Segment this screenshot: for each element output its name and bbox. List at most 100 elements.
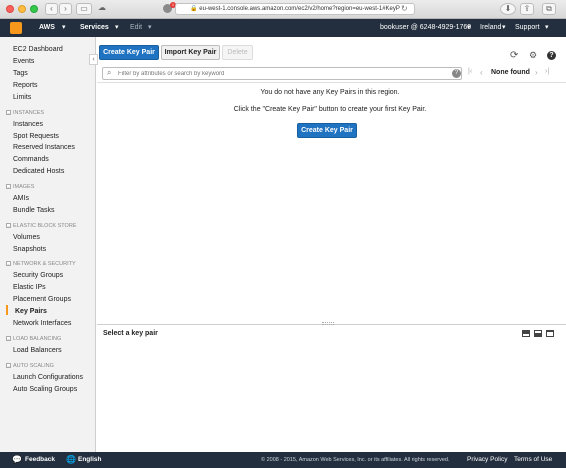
sidebar-item-key-pairs[interactable]: Key Pairs <box>15 307 47 316</box>
tabs-icon: ⧉ <box>546 4 552 13</box>
sidebar-item-instances[interactable]: Instances <box>13 120 43 129</box>
sidebar-item-placement-groups[interactable]: Placement Groups <box>13 295 71 304</box>
search-input[interactable] <box>118 69 448 78</box>
support-chevron-icon[interactable]: ▾ <box>545 19 549 37</box>
sidebar-item-limits[interactable]: Limits <box>13 93 31 102</box>
layout-bottom-icon[interactable] <box>522 330 530 337</box>
sidebar-item-auto-scaling-groups[interactable]: Auto Scaling Groups <box>13 385 77 394</box>
edit-menu[interactable]: Edit <box>130 19 142 37</box>
search-icon: ⌕ <box>107 68 112 77</box>
share-icon: ⇪ <box>523 4 531 13</box>
refresh-icon[interactable]: ⟳ <box>510 50 518 61</box>
last-page-icon[interactable]: ›| <box>545 68 549 75</box>
collapse-section-icon: – <box>6 336 11 342</box>
collapse-section-icon: – <box>6 184 11 190</box>
sidebar-item-reserved-instances[interactable]: Reserved Instances <box>13 143 75 152</box>
tabs-button[interactable]: ⧉ <box>542 3 556 15</box>
sidebar-item-bundle-tasks[interactable]: Bundle Tasks <box>13 206 55 215</box>
aws-top-nav: AWS ▾ Services ▾ Edit ▾ bookuser @ 6248-… <box>0 19 566 37</box>
downloads-button[interactable]: ⬇ <box>500 3 516 15</box>
sidebar-toggle-button[interactable]: ▭ <box>76 3 92 15</box>
services-menu[interactable]: Services <box>80 19 109 37</box>
previous-page-icon[interactable]: ‹ <box>480 68 483 77</box>
services-chevron-icon[interactable]: ▾ <box>115 19 119 37</box>
lock-icon: 🔒 <box>190 6 198 12</box>
browser-toolbar: ‹ › ▭ ☁ 1 🔒 eu-west-1.console.aws.amazon… <box>0 0 566 19</box>
layout-split-icon[interactable] <box>534 330 542 337</box>
empty-state-message: You do not have any Key Pairs in this re… <box>260 89 400 96</box>
sidebar-item-network-interfaces[interactable]: Network Interfaces <box>13 319 71 328</box>
section-auto-scaling[interactable]: – AUTO SCALING <box>6 362 54 370</box>
table-divider <box>97 82 566 83</box>
first-page-icon[interactable]: |‹ <box>468 68 472 75</box>
pagination-status: None found <box>491 69 530 76</box>
zoom-window-button[interactable] <box>30 5 38 13</box>
footer: 💬 Feedback 🌐 English © 2008 - 2015, Amaz… <box>0 452 566 468</box>
edit-chevron-icon[interactable]: ▾ <box>148 19 152 37</box>
section-elastic-block-store[interactable]: – ELASTIC BLOCK STORE <box>6 222 76 230</box>
sidebar-item-spot-requests[interactable]: Spot Requests <box>13 132 59 141</box>
sidebar-item-snapshots[interactable]: Snapshots <box>13 245 46 254</box>
layout-top-icon[interactable] <box>546 330 554 337</box>
sidebar-item-reports[interactable]: Reports <box>13 81 38 90</box>
sidebar-item-tags[interactable]: Tags <box>13 69 28 78</box>
reload-icon[interactable]: ↻ <box>401 4 408 13</box>
aws-brand[interactable]: AWS <box>39 19 55 37</box>
region-chevron-icon[interactable]: ▾ <box>502 19 506 37</box>
section-images[interactable]: – IMAGES <box>6 183 34 191</box>
search-field[interactable]: ⌕ <box>102 67 462 80</box>
search-help-icon[interactable]: ? <box>452 69 461 78</box>
sidebar-item-events[interactable]: Events <box>13 57 34 66</box>
sidebar-item-launch-configurations[interactable]: Launch Configurations <box>13 373 83 382</box>
back-arrow-icon: ‹ <box>50 4 53 13</box>
forward-button[interactable]: › <box>59 3 72 15</box>
active-item-marker <box>6 305 8 315</box>
next-page-icon[interactable]: › <box>535 68 538 77</box>
share-button[interactable]: ⇪ <box>520 3 534 15</box>
account-menu[interactable]: bookuser @ 6248-4929-1760 <box>380 19 471 37</box>
account-chevron-icon[interactable]: ▾ <box>467 19 471 37</box>
sidebar-item-dedicated-hosts[interactable]: Dedicated Hosts <box>13 167 64 176</box>
sidebar-item-volumes[interactable]: Volumes <box>13 233 40 242</box>
sidebar-item-elastic-ips[interactable]: Elastic IPs <box>13 283 46 292</box>
aws-cube-icon[interactable] <box>10 22 22 34</box>
language-selector[interactable]: English <box>78 452 101 468</box>
sidebar-item-security-groups[interactable]: Security Groups <box>13 271 63 280</box>
sidebar-item-amis[interactable]: AMIs <box>13 194 29 203</box>
feedback-link[interactable]: Feedback <box>25 452 55 468</box>
minimize-window-button[interactable] <box>18 5 26 13</box>
create-key-pair-cta-button[interactable]: Create Key Pair <box>297 123 357 138</box>
sidebar-icon: ▭ <box>80 4 88 13</box>
section-load-balancing[interactable]: – LOAD BALANCING <box>6 335 61 343</box>
forward-arrow-icon: › <box>64 4 67 13</box>
chat-bubble-icon: 💬 <box>12 455 22 464</box>
sidebar-item-commands[interactable]: Commands <box>13 155 49 164</box>
cloud-icon: ☁ <box>98 3 106 12</box>
empty-state-hint: Click the "Create Key Pair" button to cr… <box>233 106 427 113</box>
back-button[interactable]: ‹ <box>45 3 58 15</box>
gear-icon[interactable]: ⚙ <box>529 50 537 61</box>
privacy-policy-link[interactable]: Privacy Policy <box>467 452 507 468</box>
import-key-pair-button[interactable]: Import Key Pair <box>161 45 220 60</box>
detail-panel-title: Select a key pair <box>103 330 158 337</box>
collapse-section-icon: – <box>6 110 11 116</box>
close-window-button[interactable] <box>6 5 14 13</box>
aws-brand-chevron-icon[interactable]: ▾ <box>62 19 66 37</box>
copyright-text: © 2008 - 2015, Amazon Web Services, Inc.… <box>261 457 450 463</box>
support-menu[interactable]: Support <box>515 19 540 37</box>
collapse-section-icon: – <box>6 363 11 369</box>
sidebar-item-ec2-dashboard[interactable]: EC2 Dashboard <box>13 45 63 54</box>
help-icon[interactable]: ? <box>547 51 556 60</box>
section-network-security[interactable]: – NETWORK & SECURITY <box>6 260 76 268</box>
sidebar-item-load-balancers[interactable]: Load Balancers <box>13 346 62 355</box>
address-bar[interactable]: 🔒 eu-west-1.console.aws.amazon.com/ec2/v… <box>175 3 415 15</box>
region-menu[interactable]: Ireland <box>480 19 501 37</box>
terms-of-use-link[interactable]: Terms of Use <box>514 452 552 468</box>
icloud-button[interactable]: ☁ <box>94 3 110 15</box>
resize-handle[interactable] <box>322 322 334 325</box>
chevron-left-icon: ‹ <box>92 56 95 63</box>
section-instances[interactable]: – INSTANCES <box>6 109 44 117</box>
collapse-sidebar-button[interactable]: ‹ <box>89 54 98 65</box>
create-key-pair-button[interactable]: Create Key Pair <box>99 45 159 60</box>
delete-button[interactable]: Delete <box>222 45 253 60</box>
